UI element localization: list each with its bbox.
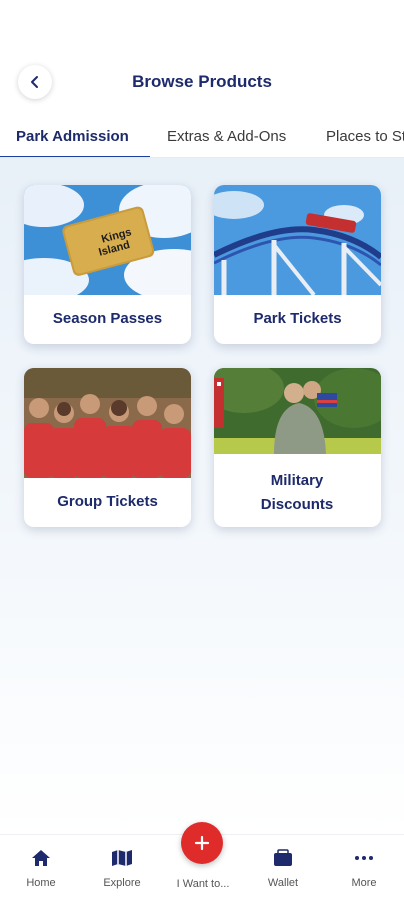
product-label: Military Discounts xyxy=(260,472,334,513)
product-label: Group Tickets xyxy=(57,493,158,510)
season-pass-image: Kings Island xyxy=(24,185,191,295)
app-header: Browse Products Park Admission Extras & … xyxy=(0,0,404,158)
nav-more-label: More xyxy=(351,877,377,889)
tab-places-to-stay[interactable]: Places to Stay xyxy=(326,118,404,157)
nav-wallet-label: Wallet xyxy=(267,877,299,889)
product-card-group-tickets[interactable]: Group Tickets xyxy=(24,368,191,527)
wallet-icon xyxy=(274,849,292,866)
tab-bar: Park Admission Extras & Add-Ons Places t… xyxy=(0,118,404,158)
nav-more[interactable]: More xyxy=(329,835,399,900)
product-card-military-discounts[interactable]: Military Discounts xyxy=(214,368,381,527)
home-icon xyxy=(32,850,50,866)
product-grid: Kings Island Season Passes Park Tickets xyxy=(0,158,404,834)
more-icon xyxy=(355,856,373,860)
military-family-image xyxy=(214,368,381,454)
i-want-to-label: I Want to... xyxy=(176,878,230,890)
roller-coaster-image xyxy=(214,185,381,295)
tab-park-admission[interactable]: Park Admission xyxy=(16,118,129,157)
nav-home-label: Home xyxy=(26,877,56,889)
product-label: Park Tickets xyxy=(253,310,342,327)
product-label: Season Passes xyxy=(52,310,163,327)
product-card-season-passes[interactable]: Kings Island Season Passes xyxy=(24,185,191,344)
nav-wallet[interactable]: Wallet xyxy=(248,835,318,900)
map-icon xyxy=(112,850,132,866)
nav-explore-label: Explore xyxy=(103,877,141,889)
tab-extras-add-ons[interactable]: Extras & Add-Ons xyxy=(167,118,286,157)
i-want-to-button[interactable] xyxy=(181,822,223,864)
page-title: Browse Products xyxy=(132,72,272,91)
nav-explore[interactable]: Explore xyxy=(87,835,157,900)
plus-icon xyxy=(194,835,210,851)
group-photo-image xyxy=(24,368,191,478)
product-card-park-tickets[interactable]: Park Tickets xyxy=(214,185,381,344)
nav-home[interactable]: Home xyxy=(6,835,76,900)
